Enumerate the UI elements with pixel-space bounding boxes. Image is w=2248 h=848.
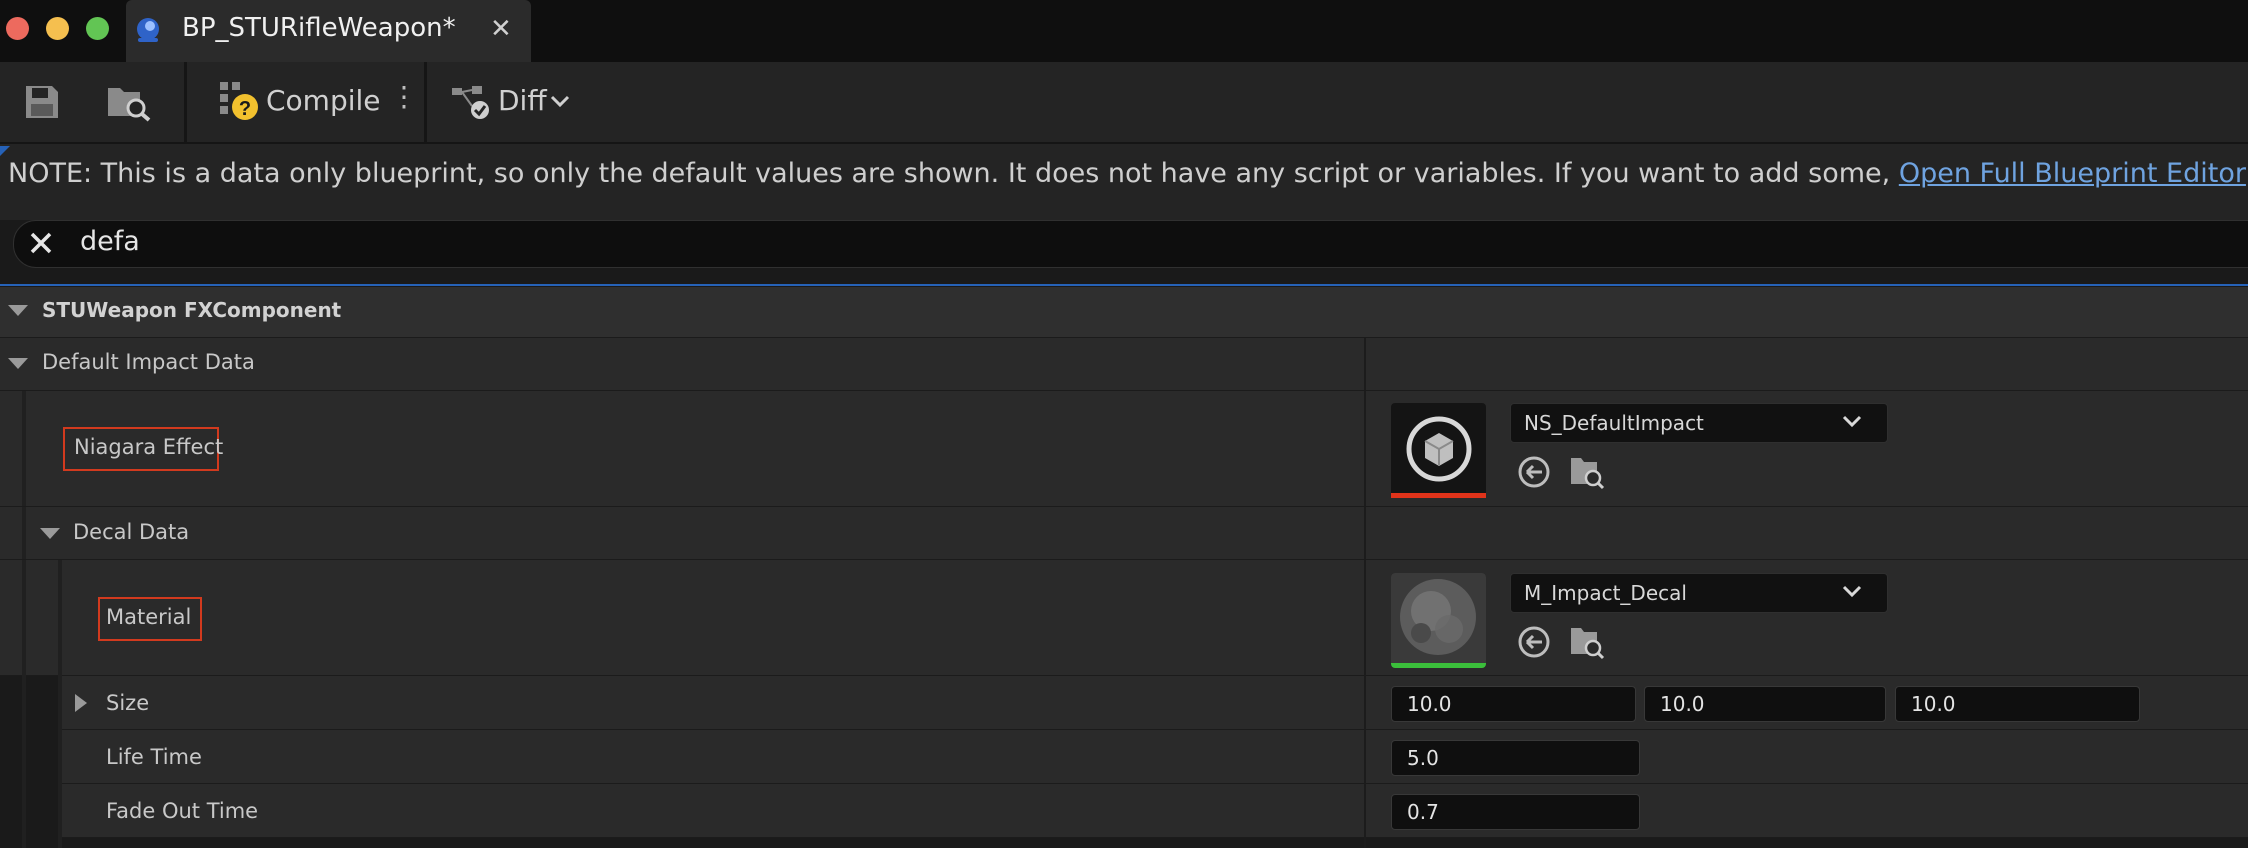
maximize-window-button[interactable] bbox=[86, 17, 109, 40]
browse-asset-icon[interactable] bbox=[106, 82, 152, 122]
property-row-fade-out-time bbox=[62, 784, 2248, 838]
diff-icon[interactable] bbox=[450, 84, 496, 122]
search-box[interactable] bbox=[13, 220, 2248, 268]
close-window-button[interactable] bbox=[6, 17, 29, 40]
compile-status-icon[interactable]: ? bbox=[218, 80, 260, 122]
blueprint-icon bbox=[137, 18, 159, 42]
property-label: Material bbox=[106, 605, 192, 629]
browse-to-asset-icon[interactable] bbox=[1569, 454, 1605, 490]
property-row-life-time bbox=[62, 730, 2248, 784]
collapse-arrow-icon[interactable] bbox=[8, 358, 28, 369]
size-y-value: 10.0 bbox=[1660, 692, 1705, 716]
collapse-arrow-icon[interactable] bbox=[40, 528, 60, 539]
asset-type-bar bbox=[1391, 493, 1486, 498]
open-full-blueprint-editor-link[interactable]: Open Full Blueprint Editor bbox=[1899, 158, 2246, 189]
decal-texture-preview bbox=[1391, 573, 1486, 663]
notice-message: NOTE: This is a data only blueprint, so … bbox=[8, 158, 1899, 189]
minimize-window-button[interactable] bbox=[46, 17, 69, 40]
asset-type-bar bbox=[1391, 663, 1486, 668]
column-splitter[interactable] bbox=[1364, 391, 1366, 506]
size-x-value: 10.0 bbox=[1407, 692, 1452, 716]
compile-button[interactable]: Compile bbox=[266, 84, 381, 117]
size-y-field[interactable]: 10.0 bbox=[1644, 686, 1886, 722]
fade-out-time-value: 0.7 bbox=[1407, 800, 1439, 824]
collapse-arrow-icon[interactable] bbox=[8, 305, 28, 316]
svg-text:?: ? bbox=[239, 98, 251, 120]
chevron-down-icon[interactable] bbox=[550, 94, 570, 108]
notice-text: NOTE: This is a data only blueprint, so … bbox=[8, 158, 2246, 189]
life-time-field[interactable]: 5.0 bbox=[1391, 740, 1640, 776]
group-row-decal-data[interactable] bbox=[0, 507, 2248, 560]
property-label: Life Time bbox=[106, 745, 202, 769]
corner-marker bbox=[0, 146, 10, 156]
column-splitter[interactable] bbox=[1364, 338, 1366, 390]
tab-title: BP_STURifleWeapon* bbox=[182, 13, 456, 43]
toolbar-separator bbox=[424, 62, 427, 142]
indent-guide bbox=[22, 391, 26, 506]
size-z-field[interactable]: 10.0 bbox=[1895, 686, 2140, 722]
life-time-value: 5.0 bbox=[1407, 746, 1439, 770]
group-label: Default Impact Data bbox=[42, 350, 255, 374]
size-x-field[interactable]: 10.0 bbox=[1391, 686, 1636, 722]
property-label: Size bbox=[106, 691, 150, 715]
use-selected-asset-icon[interactable] bbox=[1517, 455, 1551, 489]
use-selected-asset-icon[interactable] bbox=[1517, 625, 1551, 659]
property-row-material bbox=[0, 560, 2248, 676]
indent-guide bbox=[22, 507, 26, 559]
asset-thumbnail[interactable] bbox=[1391, 403, 1486, 498]
chevron-down-icon[interactable] bbox=[1842, 414, 1862, 428]
save-icon[interactable] bbox=[24, 84, 60, 120]
property-label: Fade Out Time bbox=[106, 799, 259, 823]
indent-guide bbox=[22, 560, 26, 848]
asset-name: M_Impact_Decal bbox=[1524, 581, 1687, 605]
column-splitter[interactable] bbox=[1364, 507, 1366, 559]
category-title: STUWeapon FXComponent bbox=[42, 298, 342, 322]
diff-button[interactable]: Diff bbox=[498, 84, 547, 117]
fade-out-time-field[interactable]: 0.7 bbox=[1391, 794, 1640, 830]
group-label: Decal Data bbox=[73, 520, 190, 544]
property-row-niagara-effect bbox=[0, 391, 2248, 507]
clear-search-icon[interactable] bbox=[22, 224, 60, 262]
asset-thumbnail[interactable] bbox=[1391, 573, 1486, 668]
group-row-default-impact-data[interactable] bbox=[0, 338, 2248, 391]
property-label: Niagara Effect bbox=[74, 435, 224, 459]
browse-to-asset-icon[interactable] bbox=[1569, 624, 1605, 660]
column-splitter[interactable] bbox=[1364, 676, 1366, 848]
close-tab-icon[interactable]: ✕ bbox=[490, 14, 512, 44]
asset-name: NS_DefaultImpact bbox=[1524, 411, 1704, 435]
size-z-value: 10.0 bbox=[1911, 692, 1956, 716]
toolbar-separator bbox=[184, 62, 187, 142]
chevron-down-icon[interactable] bbox=[1842, 584, 1862, 598]
compile-options-icon[interactable]: ⋮ bbox=[390, 83, 418, 111]
niagara-system-icon bbox=[1406, 416, 1472, 482]
search-input[interactable]: defa bbox=[80, 226, 140, 257]
focus-underline bbox=[0, 284, 2248, 286]
expand-arrow-icon[interactable] bbox=[75, 694, 87, 712]
